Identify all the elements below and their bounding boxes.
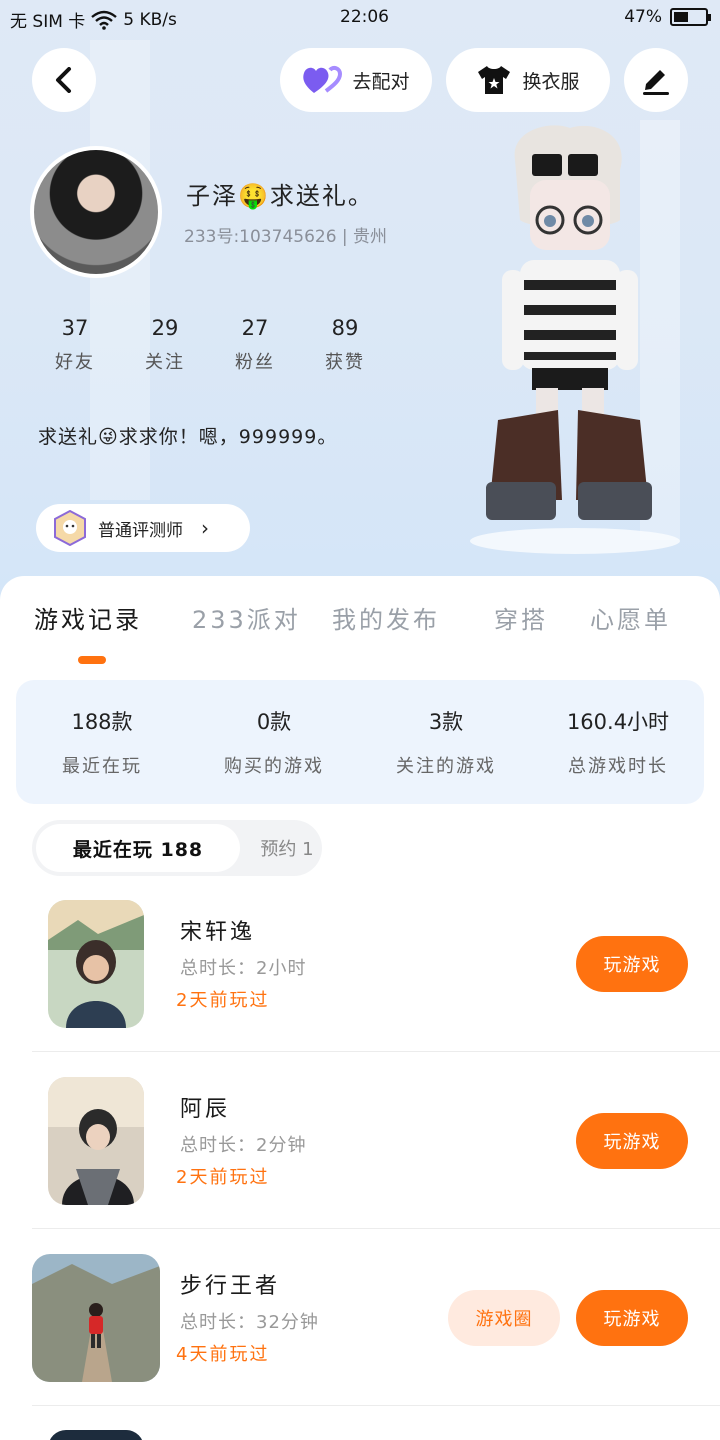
character-stage — [470, 528, 680, 554]
game-thumbnail[interactable] — [48, 1077, 144, 1205]
pair-label: 去配对 — [352, 70, 410, 93]
stat-following[interactable]: 29 关注 — [120, 316, 210, 374]
battery-icon — [670, 8, 711, 26]
badge-label: 普通评测师 — [98, 520, 183, 541]
tab-outfits[interactable]: 穿搭 — [494, 600, 548, 635]
list-item[interactable]: 步行王者 总时长：32分钟 4天前玩过 游戏圈 玩游戏 — [0, 1230, 720, 1406]
stat-number: 89 — [331, 316, 359, 340]
play-game-button[interactable]: 玩游戏 — [576, 936, 688, 992]
game-name: 阿辰 — [180, 1097, 231, 1122]
game-thumbnail-partial[interactable] — [48, 1430, 144, 1440]
stat-number: 27 — [241, 316, 269, 340]
divider — [32, 1405, 720, 1406]
carrier-text: 无 SIM 卡 — [10, 12, 86, 32]
stat-friends[interactable]: 37 好友 — [30, 316, 120, 374]
game-name: 宋轩逸 — [180, 920, 256, 945]
game-thumbnail[interactable] — [48, 900, 144, 1028]
play-game-button[interactable]: 玩游戏 — [576, 1113, 688, 1169]
avatar[interactable] — [30, 146, 162, 278]
summary-value: 160.4小时 — [566, 710, 670, 734]
pair-button[interactable]: 去配对 — [280, 48, 432, 112]
game-circle-button[interactable]: 游戏圈 — [448, 1290, 560, 1346]
edit-pen-icon — [643, 70, 669, 95]
profile-bio: 求送礼😜求求你！嗯，999999。 — [38, 426, 338, 448]
network-speed: 5 KB/s — [123, 9, 177, 30]
clock: 22:06 — [340, 7, 389, 27]
tab-233-party[interactable]: 233派对 — [192, 600, 301, 635]
wifi-icon — [91, 10, 118, 30]
avatar-character[interactable] — [470, 120, 670, 550]
play-game-button[interactable]: 玩游戏 — [576, 1290, 688, 1346]
stat-label: 关注 — [145, 352, 185, 373]
edit-profile-button[interactable] — [624, 48, 688, 112]
game-last-played: 4天前玩过 — [176, 1344, 270, 1365]
summary-label: 关注的游戏 — [396, 756, 496, 777]
summary-label: 购买的游戏 — [224, 756, 324, 777]
summary-recent[interactable]: 188款 最近在玩 — [16, 680, 188, 804]
summary-label: 最近在玩 — [62, 756, 142, 777]
list-item[interactable]: 阿辰 总时长：2分钟 2天前玩过 玩游戏 — [0, 1053, 720, 1229]
profile-tabs: 游戏记录 233派对 我的发布 穿搭 心愿单 — [0, 600, 720, 664]
reviewer-badge[interactable]: 普通评测师 › — [36, 504, 250, 552]
stat-likes[interactable]: 89 获赞 — [300, 316, 390, 374]
segment-recent[interactable]: 最近在玩 188 — [36, 824, 240, 872]
segment-reserve[interactable]: 预约 1 — [252, 824, 322, 872]
summary-value: 0款 — [256, 710, 292, 734]
tab-wishlist[interactable]: 心愿单 — [590, 600, 671, 635]
stat-number: 29 — [151, 316, 179, 340]
game-filter-segment: 最近在玩 188 预约 1 — [32, 820, 322, 876]
summary-label: 总游戏时长 — [568, 756, 668, 777]
stat-label: 好友 — [55, 352, 95, 373]
change-outfit-label: 换衣服 — [522, 70, 580, 93]
game-duration: 总时长：2小时 — [180, 958, 307, 979]
summary-value: 3款 — [428, 710, 464, 734]
chevron-right-icon: › — [201, 516, 209, 540]
account-id: 233号:103745626 | 贵州 — [184, 227, 388, 247]
back-button[interactable] — [32, 48, 96, 112]
game-last-played: 2天前玩过 — [176, 1167, 270, 1188]
stat-fans[interactable]: 27 粉丝 — [210, 316, 300, 374]
divider — [32, 1051, 720, 1052]
tshirt-icon — [478, 66, 511, 94]
status-bar: 无 SIM 卡 5 KB/s 22:06 47% — [0, 0, 720, 36]
game-duration: 总时长：32分钟 — [180, 1312, 319, 1333]
game-thumbnail[interactable] — [32, 1254, 160, 1382]
tab-indicator — [78, 656, 106, 664]
tab-game-record[interactable]: 游戏记录 — [34, 600, 142, 635]
badge-avatar-icon — [54, 510, 86, 546]
summary-total-time[interactable]: 160.4小时 总游戏时长 — [532, 680, 704, 804]
divider — [32, 1228, 720, 1229]
change-outfit-button[interactable]: 换衣服 — [446, 48, 610, 112]
summary-value: 188款 — [71, 710, 133, 734]
stat-label: 获赞 — [325, 352, 365, 373]
summary-purchased[interactable]: 0款 购买的游戏 — [188, 680, 360, 804]
stat-number: 37 — [61, 316, 89, 340]
tab-my-posts[interactable]: 我的发布 — [332, 600, 440, 635]
list-item[interactable]: 宋轩逸 总时长：2小时 2天前玩过 玩游戏 — [0, 876, 720, 1052]
back-icon — [56, 67, 71, 93]
nickname: 子泽🤑求送礼。 — [186, 182, 374, 210]
battery-percent: 47% — [624, 7, 662, 27]
game-name: 步行王者 — [180, 1274, 281, 1299]
heart-pair-icon — [303, 65, 343, 93]
game-summary: 188款 最近在玩 0款 购买的游戏 3款 关注的游戏 160.4小时 总游戏时… — [16, 680, 704, 804]
game-last-played: 2天前玩过 — [176, 990, 270, 1011]
profile-stats: 37 好友 29 关注 27 粉丝 89 获赞 — [30, 316, 390, 374]
stat-label: 粉丝 — [235, 352, 275, 373]
summary-followed[interactable]: 3款 关注的游戏 — [360, 680, 532, 804]
game-duration: 总时长：2分钟 — [180, 1135, 307, 1156]
